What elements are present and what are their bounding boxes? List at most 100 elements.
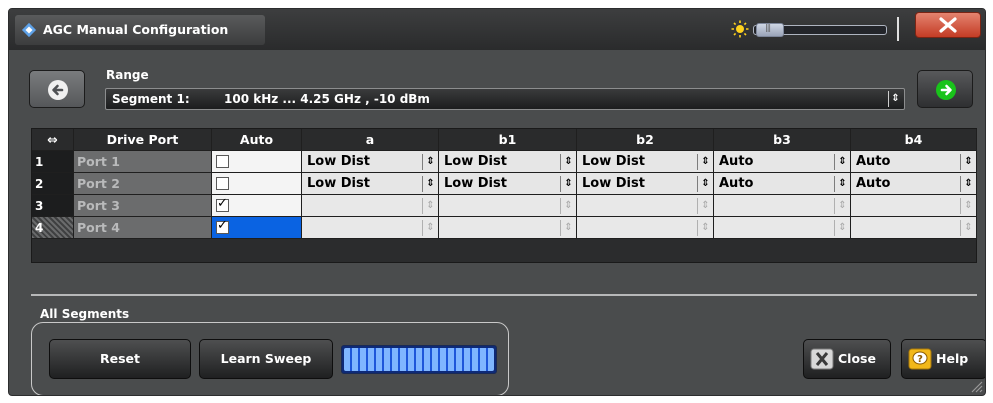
checkmark-icon: ✓ [217,196,228,211]
spin-arrows-icon[interactable]: ⇕ [697,220,713,236]
help-button[interactable]: ? Help [901,339,985,379]
receiver-select-a[interactable]: ⇕ [302,195,439,217]
arrow-right-icon [936,80,956,100]
spin-arrows-icon[interactable]: ⇕ [560,154,576,170]
agc-table: ⇔ Drive Port Auto a b1 b2 b3 b4 1 Port 1 Low Dist ⇕… [31,128,977,263]
spin-arrows-icon[interactable]: ⇕ [697,154,713,170]
auto-checkbox-cell[interactable]: ✓ [212,217,302,239]
table-row: 2 Port 2 Low Dist ⇕ Low Dist ⇕ Low Dist ⇕ Auto ⇕ A… [32,173,977,195]
spin-arrows-icon[interactable]: ⇕ [560,176,576,192]
receiver-select-b3[interactable]: ⇕ [714,195,851,217]
receiver-select-b3[interactable]: Auto ⇕ [714,151,851,173]
drive-port-cell: Port 3 [74,195,212,217]
brightness-slider-thumb[interactable] [756,23,784,37]
spin-arrows-icon[interactable]: ⇕ [960,154,976,170]
column-header: Auto [212,129,302,151]
close-button[interactable]: Close [803,339,891,379]
title-separator [897,17,899,41]
receiver-select-value: Auto [856,154,891,169]
receiver-select-b4[interactable]: ⇕ [851,195,977,217]
table-row: 4 Port 4 ✓ ⇕ ⇕ ⇕ ⇕ ⇕ [32,217,977,239]
receiver-select-a[interactable]: Low Dist ⇕ [302,173,439,195]
table-row: 3 Port 3 ✓ ⇕ ⇕ ⇕ ⇕ ⇕ [32,195,977,217]
drive-port-cell: Port 1 [74,151,212,173]
auto-checkbox-cell[interactable] [212,151,302,173]
spin-arrows-icon[interactable]: ⇕ [834,220,850,236]
receiver-select-value: Low Dist [444,176,507,191]
receiver-select-b2[interactable]: Low Dist ⇕ [577,173,714,195]
table-header-row: ⇔ Drive Port Auto a b1 b2 b3 b4 [32,129,977,151]
column-header: Drive Port [74,129,212,151]
row-index[interactable]: 3 [32,195,74,217]
spin-arrows-icon[interactable]: ⇕ [960,220,976,236]
drive-port-cell: Port 4 [74,217,212,239]
spin-arrows-icon[interactable]: ⇕ [834,176,850,192]
auto-checkbox[interactable]: ✓ [216,218,229,234]
spin-arrows-icon[interactable]: ⇕ [697,198,713,214]
receiver-select-b2[interactable]: ⇕ [577,217,714,239]
row-index[interactable]: 1 [32,151,74,173]
receiver-select-b3[interactable]: ⇕ [714,217,851,239]
column-header: a [302,129,439,151]
receiver-select-b1[interactable]: ⇕ [439,217,577,239]
auto-checkbox[interactable] [216,155,229,168]
receiver-select-a[interactable]: ⇕ [302,217,439,239]
svg-text:?: ? [917,354,923,365]
next-segment-button[interactable] [917,70,973,108]
receiver-select-a[interactable]: Low Dist ⇕ [302,151,439,173]
spin-arrows-icon[interactable]: ⇕ [834,198,850,214]
range-spin-icon[interactable]: ⇕ [888,91,902,107]
resize-grip-icon[interactable] [969,379,983,393]
spin-arrows-icon[interactable]: ⇕ [960,176,976,192]
receiver-select-value: Low Dist [307,176,370,191]
receiver-select-b3[interactable]: Auto ⇕ [714,173,851,195]
receiver-select-value: Auto [856,176,891,191]
section-divider [31,294,977,296]
help-bubble-icon: ? [908,348,932,370]
spin-arrows-icon[interactable]: ⇕ [560,220,576,236]
receiver-select-b4[interactable]: ⇕ [851,217,977,239]
spin-arrows-icon[interactable]: ⇕ [422,176,438,192]
close-button-label: Close [838,351,876,366]
column-resize-icon[interactable]: ⇔ [32,129,74,151]
row-index[interactable]: 4 [32,217,74,239]
spin-arrows-icon[interactable]: ⇕ [560,198,576,214]
title-group: AGC Manual Configuration [15,15,265,45]
spin-arrows-icon[interactable]: ⇕ [422,154,438,170]
receiver-select-b1[interactable]: ⇕ [439,195,577,217]
sun-icon [731,20,749,38]
receiver-select-b4[interactable]: Auto ⇕ [851,151,977,173]
spin-arrows-icon[interactable]: ⇕ [834,154,850,170]
receiver-select-b2[interactable]: ⇕ [577,195,714,217]
row-index[interactable]: 2 [32,173,74,195]
receiver-select-b2[interactable]: Low Dist ⇕ [577,151,714,173]
help-button-label: Help [936,351,969,366]
auto-checkbox-cell[interactable] [212,173,302,195]
spin-arrows-icon[interactable]: ⇕ [422,198,438,214]
auto-checkbox-cell[interactable]: ✓ [212,195,302,217]
all-segments-label: All Segments [40,307,130,321]
brightness-slider[interactable] [753,23,887,37]
close-x-icon [810,348,834,370]
auto-checkbox[interactable]: ✓ [216,196,229,212]
window-close-button[interactable] [915,12,981,38]
spin-arrows-icon[interactable]: ⇕ [422,220,438,236]
previous-segment-button[interactable] [29,70,85,108]
receiver-select-value: Low Dist [307,154,370,169]
arrow-left-icon [48,80,68,100]
receiver-select-b1[interactable]: Low Dist ⇕ [439,151,577,173]
progress-fill [344,348,494,371]
receiver-select-value: Auto [719,154,754,169]
receiver-select-value: Auto [719,176,754,191]
receiver-select-b4[interactable]: Auto ⇕ [851,173,977,195]
rs-logo-icon [21,22,37,38]
range-select[interactable]: Segment 1: 100 kHz ... 4.25 GHz , -10 dB… [105,88,905,110]
drive-port-cell: Port 2 [74,173,212,195]
auto-checkbox[interactable] [216,177,229,190]
spin-arrows-icon[interactable]: ⇕ [960,198,976,214]
spin-arrows-icon[interactable]: ⇕ [697,176,713,192]
learn-sweep-button[interactable]: Learn Sweep [199,339,333,379]
range-label: Range [106,68,149,82]
receiver-select-b1[interactable]: Low Dist ⇕ [439,173,577,195]
reset-button[interactable]: Reset [49,339,191,379]
